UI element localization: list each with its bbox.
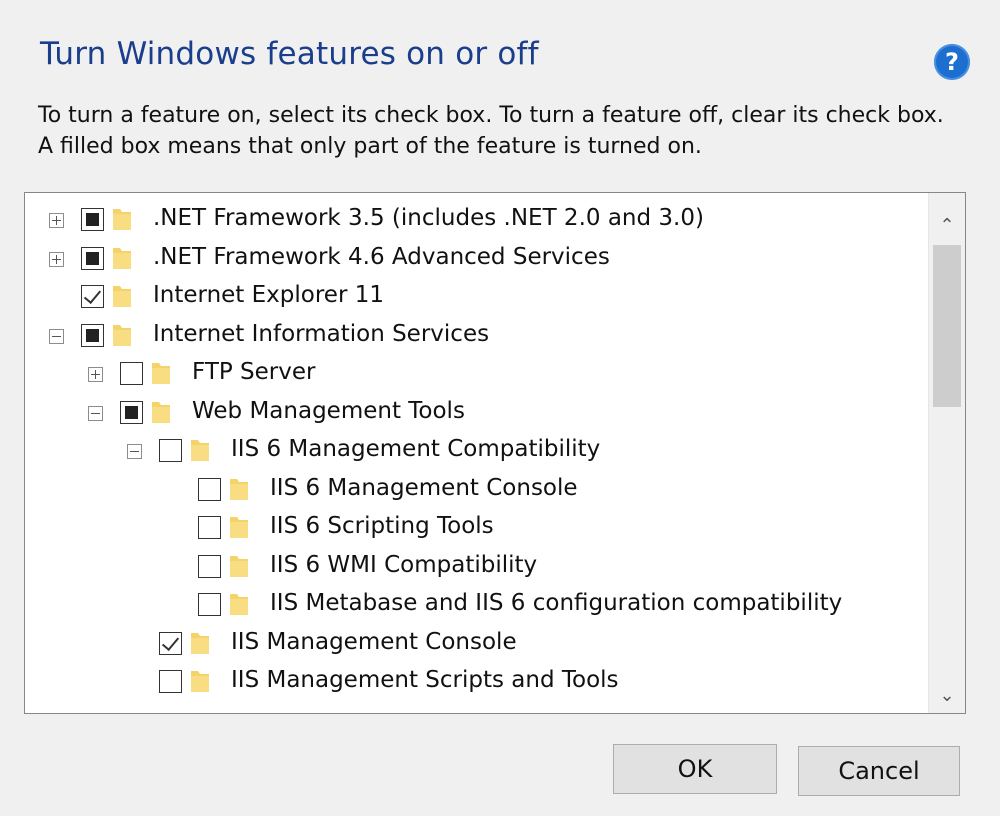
dialog-title: Turn Windows features on or off bbox=[40, 36, 539, 72]
folder-icon bbox=[113, 247, 131, 269]
folder-icon bbox=[113, 324, 131, 346]
tree-item[interactable]: Internet Information Services bbox=[25, 317, 925, 355]
features-tree: .NET Framework 3.5 (includes .NET 2.0 an… bbox=[25, 193, 927, 713]
folder-icon bbox=[113, 286, 131, 307]
folder-icon bbox=[230, 594, 248, 615]
feature-checkbox[interactable] bbox=[198, 516, 221, 539]
feature-checkbox[interactable] bbox=[120, 400, 143, 424]
folder-icon bbox=[152, 401, 170, 423]
tree-item-label: Internet Information Services bbox=[153, 320, 490, 347]
tree-item-label: IIS 6 Management Console bbox=[270, 474, 578, 501]
tree-item-label: IIS 6 WMI Compatibility bbox=[270, 551, 538, 578]
help-icon[interactable]: ? bbox=[934, 44, 970, 80]
tree-item-label: .NET Framework 4.6 Advanced Services bbox=[153, 243, 610, 270]
ok-button[interactable]: OK bbox=[613, 744, 777, 794]
tree-item[interactable]: .NET Framework 3.5 (includes .NET 2.0 an… bbox=[25, 201, 925, 239]
tree-item-label: Web Management Tools bbox=[192, 397, 465, 424]
tree-item-label: FTP Server bbox=[192, 359, 316, 385]
feature-checkbox[interactable] bbox=[159, 631, 182, 655]
feature-checkbox[interactable] bbox=[81, 208, 104, 231]
tree-item[interactable]: FTP Server bbox=[25, 355, 925, 393]
vertical-scrollbar[interactable]: ⌃ ⌄ bbox=[928, 193, 965, 713]
expand-icon[interactable] bbox=[49, 213, 64, 228]
tree-item[interactable]: IIS 6 Scripting Tools bbox=[25, 509, 925, 547]
tree-item[interactable]: IIS Management Scripts and Tools bbox=[25, 663, 925, 701]
folder-icon bbox=[152, 363, 170, 384]
feature-checkbox[interactable] bbox=[159, 670, 182, 693]
tree-item-label: IIS Management Console bbox=[231, 628, 517, 655]
scroll-up-icon[interactable]: ⌃ bbox=[929, 207, 965, 243]
tree-item-label: IIS Metabase and IIS 6 configuration com… bbox=[270, 590, 843, 616]
expand-icon[interactable] bbox=[49, 251, 64, 267]
folder-icon bbox=[113, 209, 131, 230]
folder-icon bbox=[230, 555, 248, 577]
folder-icon bbox=[191, 632, 209, 654]
tree-item[interactable]: Web Management Tools bbox=[25, 394, 925, 432]
cancel-button[interactable]: Cancel bbox=[798, 746, 960, 796]
feature-checkbox[interactable] bbox=[198, 554, 221, 578]
expand-icon[interactable] bbox=[88, 367, 103, 382]
feature-checkbox[interactable] bbox=[198, 593, 221, 616]
scroll-down-icon[interactable]: ⌄ bbox=[929, 677, 965, 713]
feature-checkbox[interactable] bbox=[81, 323, 104, 347]
tree-item-label: IIS 6 Scripting Tools bbox=[270, 513, 494, 539]
folder-icon bbox=[191, 671, 209, 692]
tree-item-label: .NET Framework 3.5 (includes .NET 2.0 an… bbox=[153, 205, 704, 231]
tree-item-label: Internet Explorer 11 bbox=[153, 282, 384, 308]
tree-item[interactable]: IIS 6 WMI Compatibility bbox=[25, 548, 925, 586]
feature-checkbox[interactable] bbox=[198, 477, 221, 501]
folder-icon bbox=[230, 478, 248, 500]
collapse-icon[interactable] bbox=[88, 405, 103, 421]
tree-item[interactable]: IIS 6 Management Compatibility bbox=[25, 432, 925, 470]
tree-item-label: IIS 6 Management Compatibility bbox=[231, 436, 601, 462]
folder-icon bbox=[191, 440, 209, 461]
tree-item-label: IIS Management Scripts and Tools bbox=[231, 667, 619, 693]
collapse-icon[interactable] bbox=[127, 444, 142, 459]
tree-item[interactable]: .NET Framework 4.6 Advanced Services bbox=[25, 240, 925, 278]
tree-item[interactable]: IIS 6 Management Console bbox=[25, 471, 925, 509]
tree-item[interactable]: Internet Explorer 11 bbox=[25, 278, 925, 316]
windows-features-dialog: Turn Windows features on or off ? To tur… bbox=[0, 0, 1000, 816]
features-tree-view[interactable]: .NET Framework 3.5 (includes .NET 2.0 an… bbox=[24, 192, 966, 714]
feature-checkbox[interactable] bbox=[81, 246, 104, 270]
scrollbar-thumb[interactable] bbox=[933, 245, 961, 407]
feature-checkbox[interactable] bbox=[120, 362, 143, 385]
feature-checkbox[interactable] bbox=[81, 285, 104, 308]
feature-checkbox[interactable] bbox=[159, 439, 182, 462]
collapse-icon[interactable] bbox=[49, 328, 64, 344]
tree-item[interactable]: IIS Management Console bbox=[25, 625, 925, 663]
folder-icon bbox=[230, 517, 248, 538]
tree-item[interactable]: IIS Metabase and IIS 6 configuration com… bbox=[25, 586, 925, 624]
dialog-description: To turn a feature on, select its check b… bbox=[38, 103, 944, 159]
